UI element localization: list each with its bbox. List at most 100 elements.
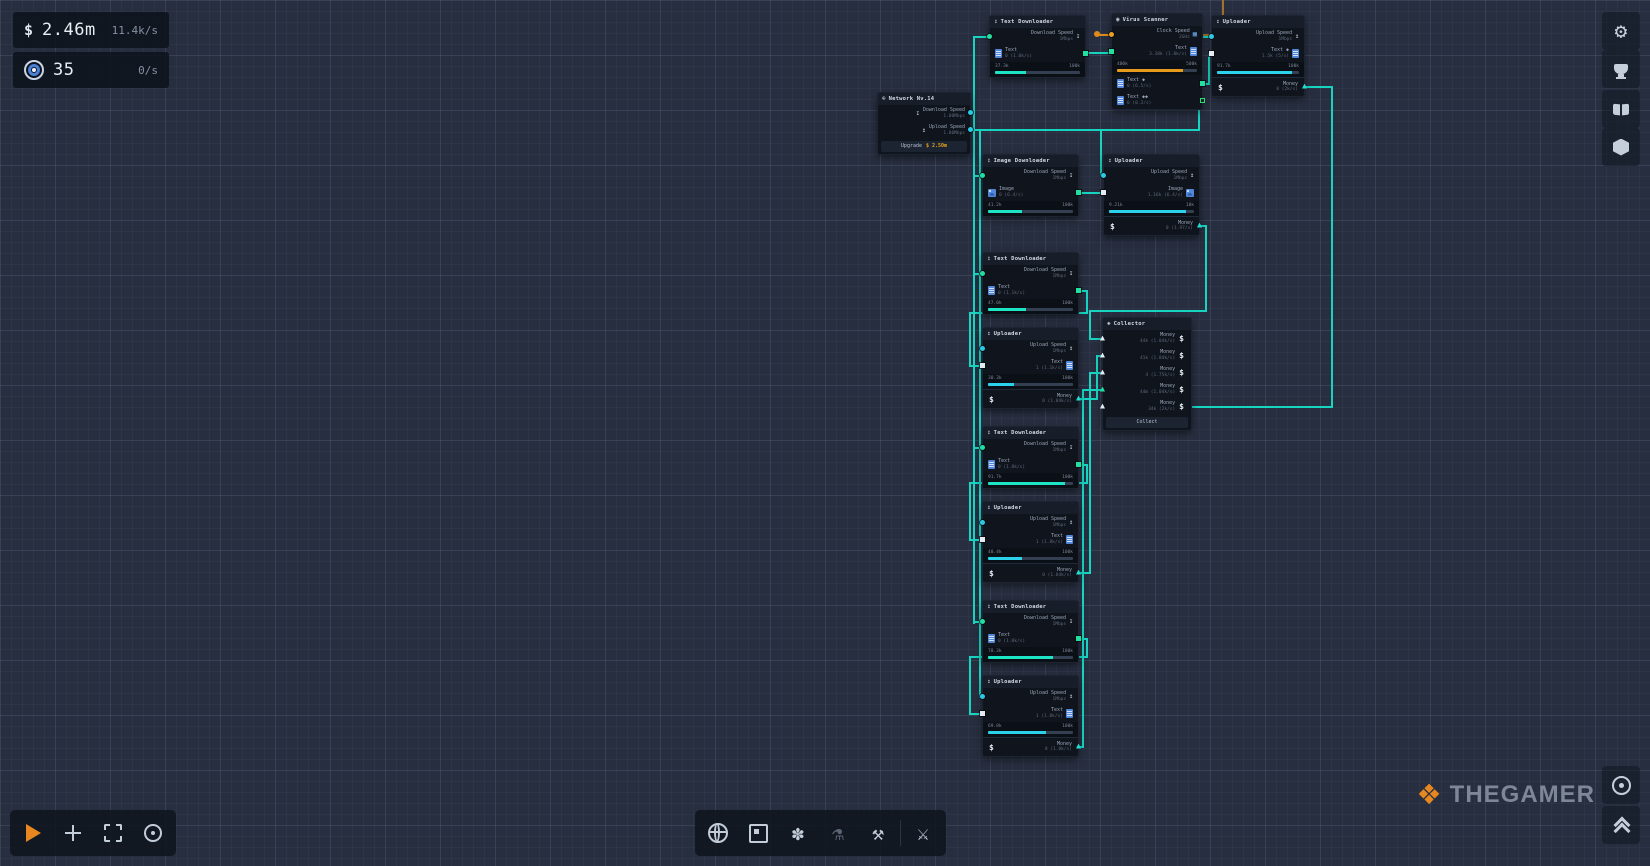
node-virus-scanner[interactable]: ◉Virus ScannerClock Speed2GHz▦Text3.38k … (1112, 14, 1202, 109)
output-port[interactable] (1076, 288, 1081, 293)
input-port[interactable] (1209, 34, 1214, 39)
move-tool-button[interactable] (55, 815, 91, 851)
row-text: Money0 (1.84k/s) (998, 568, 1072, 579)
output-port[interactable] (1083, 51, 1088, 56)
input-port[interactable] (1101, 173, 1106, 178)
output-port[interactable] (1076, 462, 1081, 467)
recenter-button[interactable] (1602, 766, 1640, 804)
cooling-tab-button[interactable]: ✽ (780, 815, 816, 851)
upload-glyph: ↥ (1069, 345, 1073, 352)
node-row-Download Speed: Download Speed1Mbps↧ (983, 167, 1078, 184)
input-port[interactable] (980, 445, 985, 450)
dollar-icon: $ (989, 395, 994, 404)
input-port[interactable] (1109, 49, 1114, 54)
node-uploader-3[interactable]: ↥UploaderUpload Speed1Mbps↥Text1 (1.1k/s… (983, 328, 1078, 408)
doc-icon (1190, 47, 1197, 56)
file-glyph (988, 286, 995, 295)
node-row-Download Speed: Download Speed1Mbps↧ (983, 439, 1078, 456)
node-row-Upload Speed: Upload Speed1Mbps↥ (983, 514, 1078, 531)
progress-track (1117, 69, 1197, 72)
node-text-downloader-2[interactable]: ↧Text DownloaderDownload Speed1Mbps↧Text… (983, 253, 1078, 314)
progress-current: 47.0k (988, 302, 1002, 307)
node-row-Image: Image0 (6.4/s) (983, 184, 1078, 201)
upload-icon: ↥ (1069, 345, 1073, 352)
marquee-tool-button[interactable] (95, 815, 131, 851)
achievements-button[interactable] (1602, 50, 1640, 88)
row-text: Text1 (1.0k/s) (1036, 708, 1063, 719)
progress-labels: 41.2k100k (988, 204, 1073, 209)
input-port[interactable] (980, 537, 985, 542)
points-counter: 35 0/s (13, 52, 169, 88)
input-port[interactable] (1101, 190, 1106, 195)
node-row-Download Speed: Download Speed1Mbps↧ (990, 28, 1085, 45)
node-header: ↧Text Downloader (983, 253, 1078, 265)
wire (1089, 372, 1091, 574)
node-image-downloader[interactable]: ↧Image DownloaderDownload Speed1Mbps↧Ima… (983, 155, 1078, 216)
node-uploader-2[interactable]: ↥UploaderUpload Speed1Mbps↥Image1.16k (6… (1104, 155, 1199, 235)
tools-tab-button[interactable]: ⚒ (860, 815, 896, 851)
input-port[interactable] (1209, 51, 1214, 56)
input-port[interactable] (980, 694, 985, 699)
select-tool-button[interactable] (15, 815, 51, 851)
research-tab-button[interactable]: ⚗ (820, 815, 856, 851)
doc-icon (1117, 96, 1124, 105)
row-value: 1Mbps (1030, 523, 1066, 528)
input-port[interactable] (980, 619, 985, 624)
output-port[interactable] (1076, 190, 1081, 195)
node-uploader-5[interactable]: ↥UploaderUpload Speed1Mbps↥Text1 (1.0k/s… (983, 676, 1078, 756)
node-text-downloader-1[interactable]: ↧Text DownloaderDownload Speed1Mbps↧Text… (990, 16, 1085, 77)
progress-row: 69.8k100k (983, 722, 1078, 737)
input-port[interactable] (980, 346, 985, 351)
progress-track (988, 308, 1073, 311)
row-text: Download Speed1Mbps (1024, 616, 1066, 627)
collapse-button[interactable] (1602, 806, 1640, 844)
graph-canvas[interactable]: ⊕Network Nv.14↧Download Speed1.00Mbps↥Up… (0, 0, 1650, 866)
input-port[interactable] (980, 173, 985, 178)
network-tab-button[interactable] (700, 815, 736, 851)
row-value: 1Mbps (1031, 37, 1073, 42)
progress-fill (995, 71, 1026, 74)
row-value: 41k (1.84k/s) (1110, 356, 1175, 361)
output-port[interactable] (968, 110, 973, 115)
input-port[interactable] (987, 34, 992, 39)
node-uploader-4[interactable]: ↥UploaderUpload Speed1Mbps↥Text1 (1.8k/s… (983, 502, 1078, 582)
focus-tool-button[interactable] (135, 815, 171, 851)
output-port[interactable] (1200, 98, 1205, 103)
input-port[interactable] (980, 363, 985, 368)
upgrade-button[interactable]: Upgrade$ 2.50m (881, 141, 967, 152)
input-port[interactable] (980, 520, 985, 525)
progress-labels: 37.3k100k (995, 65, 1080, 70)
row-value: 3.38k (1.0k/s) (1149, 52, 1187, 57)
settings-button[interactable]: ⚙ (1602, 12, 1640, 50)
row-text: Download Speed1Mbps (1024, 442, 1066, 453)
node-network[interactable]: ⊕Network Nv.14↧Download Speed1.00Mbps↥Up… (878, 93, 970, 154)
edit-toolbar (10, 810, 176, 856)
input-port[interactable] (980, 271, 985, 276)
row-value: 4 (1.75k/s) (1110, 373, 1175, 378)
doc-icon (995, 49, 1002, 58)
globe-icon (708, 823, 728, 843)
collect-button[interactable]: Collect (1106, 417, 1188, 428)
progress-track (988, 731, 1073, 734)
battle-tab-button[interactable]: ⚔ (905, 815, 941, 851)
wire (1100, 129, 1102, 176)
button-price: $ 2.50m (926, 143, 947, 149)
progress-current: 9.21k (1109, 204, 1123, 209)
node-uploader-1[interactable]: ↥UploaderUpload Speed1Mbps↥Text ◆1.5k (5… (1212, 16, 1304, 96)
node-text-downloader-3[interactable]: ↧Text DownloaderDownload Speed1Mbps↧Text… (983, 427, 1078, 488)
output-port[interactable] (1200, 81, 1205, 86)
node-title: Uploader (994, 505, 1022, 511)
input-port[interactable] (1109, 32, 1114, 37)
output-port[interactable] (968, 127, 973, 132)
codex-button[interactable] (1602, 90, 1640, 128)
node-row-Text: Text0 (1.8k/s) (983, 456, 1078, 473)
row-value: 1.5k (5/s) (1262, 54, 1289, 59)
node-collector[interactable]: ◈CollectorMoney44k (1.04k/s)$Money41k (1… (1103, 318, 1191, 430)
input-port[interactable] (980, 711, 985, 716)
node-text-downloader-4[interactable]: ↧Text DownloaderDownload Speed1Mbps↧Text… (983, 601, 1078, 662)
hardware-tab-button[interactable] (740, 815, 776, 851)
progress-labels: 47.0k100k (988, 302, 1073, 307)
modules-button[interactable] (1602, 128, 1640, 166)
output-port[interactable] (1076, 636, 1081, 641)
row-value: 0 (1.0k/s) (1005, 54, 1032, 59)
